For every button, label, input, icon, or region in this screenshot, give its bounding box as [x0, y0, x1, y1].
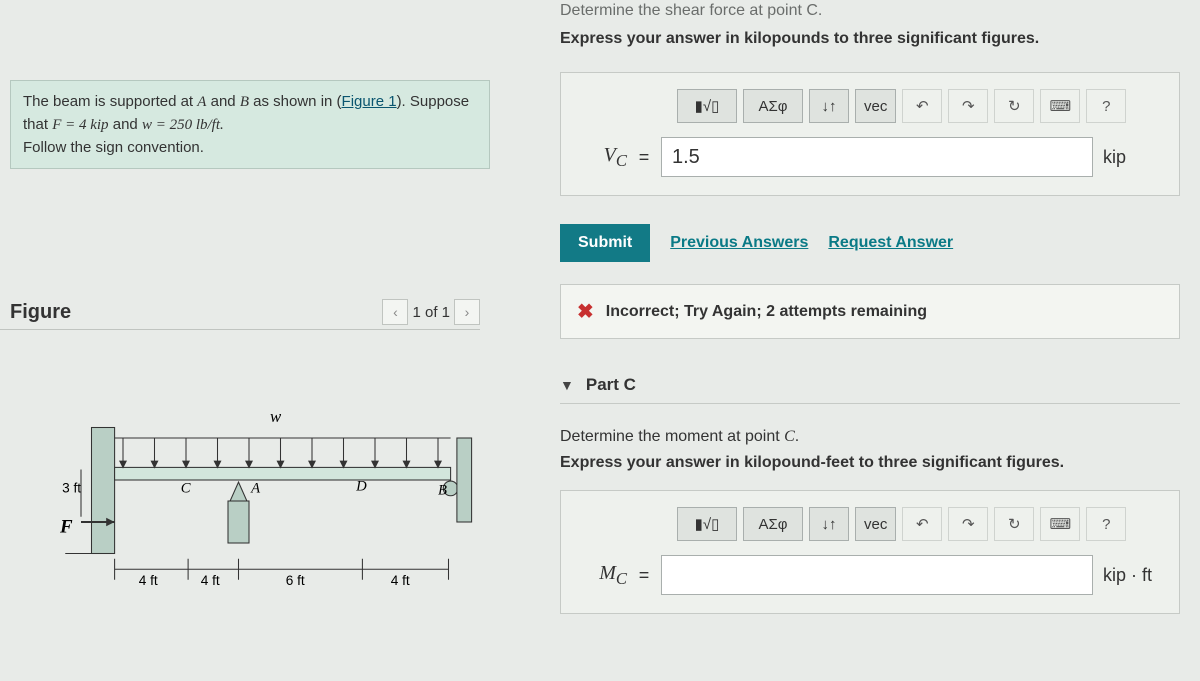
partc-answer-panel: ▮√▯ ΑΣφ ↓↑ vec ↶ ↷ ↻ ⌨ ? MC = kip · ft	[560, 490, 1180, 614]
incorrect-icon: ✖	[577, 299, 594, 324]
svg-text:C: C	[181, 481, 191, 497]
partb-answer-panel: ▮√▯ ΑΣφ ↓↑ vec ↶ ↷ ↻ ⌨ ? VC = kip	[560, 72, 1180, 196]
help-button[interactable]: ?	[1086, 507, 1126, 541]
figure-prev-button[interactable]: ‹	[382, 299, 408, 325]
problem-text: The beam is supported at	[23, 93, 197, 110]
svg-text:A: A	[250, 481, 261, 497]
svg-text:6 ft: 6 ft	[286, 573, 305, 588]
partc-title: Part C	[586, 375, 636, 395]
partc-instr2: Express your answer in kilopound-feet to…	[560, 454, 1180, 472]
undo-button[interactable]: ↶	[902, 89, 942, 123]
subsup-button[interactable]: ↓↑	[809, 89, 849, 123]
figure-counter: 1 of 1	[412, 304, 450, 321]
figure-link[interactable]: Figure 1	[342, 93, 397, 110]
feedback-box: ✖ Incorrect; Try Again; 2 attempts remai…	[560, 284, 1180, 339]
svg-text:D: D	[355, 479, 367, 495]
figure-nav: ‹ 1 of 1 ›	[382, 299, 480, 325]
svg-text:F: F	[60, 517, 73, 538]
templates-button[interactable]: ▮√▯	[677, 89, 737, 123]
eq-w: w = 250 lb/ft.	[142, 117, 224, 133]
keyboard-button[interactable]: ⌨	[1040, 507, 1080, 541]
figure-next-button[interactable]: ›	[454, 299, 480, 325]
eq-F: F = 4 kip	[52, 117, 108, 133]
partc-answer-input[interactable]	[661, 555, 1093, 595]
help-button[interactable]: ?	[1086, 89, 1126, 123]
var-B: B	[240, 94, 249, 110]
figure-heading: Figure	[10, 301, 71, 324]
partc-unit: kip · ft	[1103, 565, 1163, 586]
partc-var: MC	[577, 562, 627, 589]
svg-text:4 ft: 4 ft	[201, 573, 220, 588]
feedback-text: Incorrect; Try Again; 2 attempts remaini…	[606, 303, 927, 321]
partb-answer-input[interactable]	[661, 137, 1093, 177]
problem-statement: The beam is supported at A and B as show…	[10, 80, 490, 169]
greek-button[interactable]: ΑΣφ	[743, 89, 803, 123]
equals-sign: =	[637, 565, 651, 586]
templates-button[interactable]: ▮√▯	[677, 507, 737, 541]
partb-instr1: Determine the shear force at point C.	[560, 2, 1180, 20]
partb-var: VC	[577, 144, 627, 171]
figure-divider	[0, 329, 480, 330]
request-answer-link[interactable]: Request Answer	[828, 234, 953, 252]
vec-button[interactable]: vec	[855, 507, 896, 541]
svg-text:w: w	[270, 408, 282, 427]
partb-instr2: Express your answer in kilopounds to thr…	[560, 30, 1180, 48]
reset-button[interactable]: ↻	[994, 89, 1034, 123]
beam-figure: w C A D B 3 ft F	[60, 360, 480, 600]
svg-text:4 ft: 4 ft	[139, 573, 158, 588]
reset-button[interactable]: ↻	[994, 507, 1034, 541]
sign-convention: Follow the sign convention.	[23, 139, 204, 156]
caret-down-icon: ▼	[560, 377, 574, 393]
redo-button[interactable]: ↷	[948, 89, 988, 123]
partb-unit: kip	[1103, 147, 1163, 168]
keyboard-button[interactable]: ⌨	[1040, 89, 1080, 123]
redo-button[interactable]: ↷	[948, 507, 988, 541]
vec-button[interactable]: vec	[855, 89, 896, 123]
svg-text:3 ft: 3 ft	[62, 481, 81, 496]
equals-sign: =	[637, 147, 651, 168]
partb-toolbar: ▮√▯ ΑΣφ ↓↑ vec ↶ ↷ ↻ ⌨ ?	[677, 89, 1163, 123]
partc-instr1: Determine the moment at point C.	[560, 428, 1180, 446]
undo-button[interactable]: ↶	[902, 507, 942, 541]
svg-text:4 ft: 4 ft	[391, 573, 410, 588]
greek-button[interactable]: ΑΣφ	[743, 507, 803, 541]
partc-toolbar: ▮√▯ ΑΣφ ↓↑ vec ↶ ↷ ↻ ⌨ ?	[677, 507, 1163, 541]
subsup-button[interactable]: ↓↑	[809, 507, 849, 541]
partc-header[interactable]: ▼ Part C	[560, 375, 1180, 404]
submit-button[interactable]: Submit	[560, 224, 650, 262]
previous-answers-link[interactable]: Previous Answers	[670, 234, 808, 252]
svg-text:B: B	[438, 483, 447, 499]
